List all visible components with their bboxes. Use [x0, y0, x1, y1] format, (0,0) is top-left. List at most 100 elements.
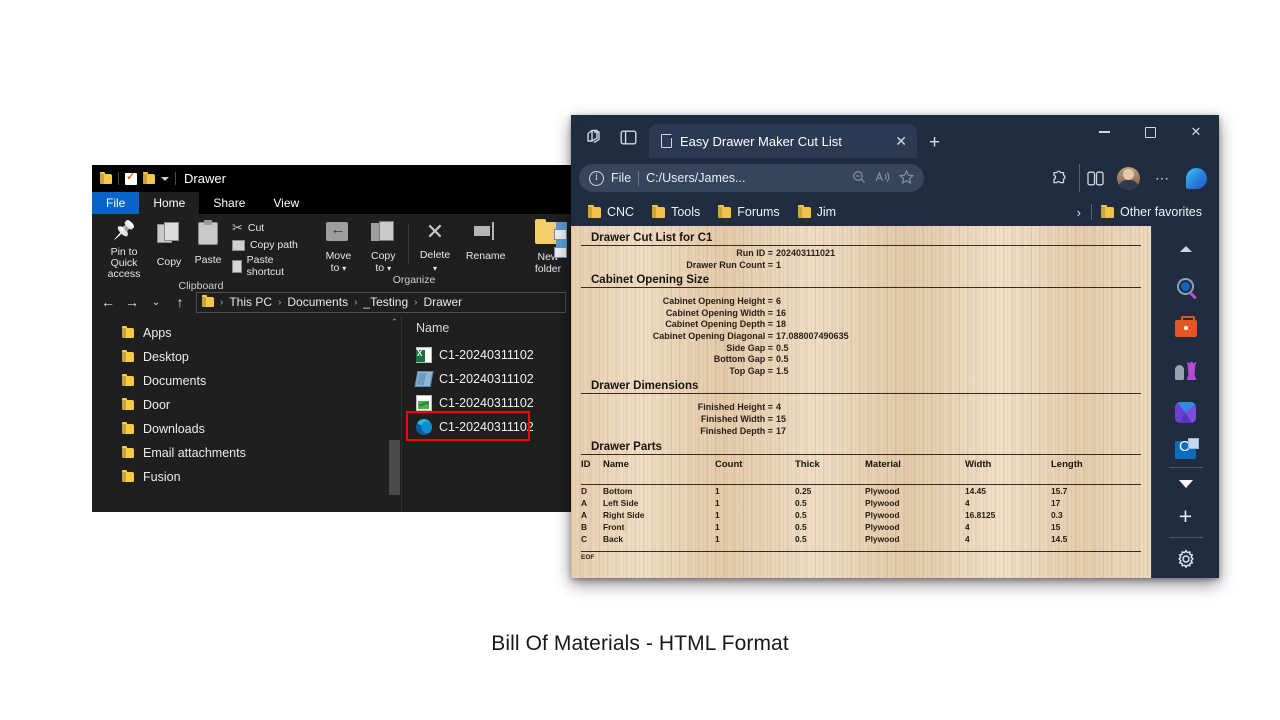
folder-icon — [122, 374, 134, 386]
nav-item-documents[interactable]: Documents — [92, 369, 401, 393]
nav-item-downloads[interactable]: Downloads — [92, 417, 401, 441]
nav-item-email-attachments[interactable]: Email attachments — [92, 441, 401, 465]
copy-to-label-line2: to ▾ — [375, 262, 392, 274]
close-button[interactable]: ✕ — [1173, 115, 1219, 149]
breadcrumb-item-this-pc[interactable]: This PC — [229, 295, 272, 309]
new-tab-button[interactable]: + — [917, 132, 952, 158]
scrollbar-thumb[interactable] — [389, 440, 400, 495]
file-row-selected[interactable]: C1-20240311102 — [402, 415, 572, 439]
avatar[interactable] — [1113, 164, 1143, 192]
scroll-up-icon[interactable]: ⌃ — [388, 315, 401, 329]
more-options-icon[interactable]: ⋯ — [1147, 164, 1177, 192]
bookmark-forums[interactable]: Forums — [709, 204, 788, 219]
read-aloud-icon[interactable] — [875, 170, 890, 187]
bookmark-cnc[interactable]: CNC — [579, 204, 643, 219]
field-finished-height: Finished Height = 4 — [697, 402, 782, 413]
cell-length: 15 — [1051, 522, 1061, 533]
folder-icon — [122, 422, 134, 434]
search-icon[interactable] — [1166, 265, 1206, 307]
cell-count: 1 — [715, 534, 720, 545]
paste-shortcut-button[interactable]: Paste shortcut — [231, 254, 304, 278]
new-folder-icon[interactable] — [143, 171, 155, 184]
delete-button[interactable]: ✕ Delete ▾ — [411, 218, 460, 274]
bookmark-other-favorites[interactable]: Other favorites — [1092, 204, 1211, 219]
copilot-icon[interactable] — [1181, 164, 1211, 192]
cut-button[interactable]: Cut — [232, 220, 304, 236]
nav-item-desktop[interactable]: Desktop — [92, 345, 401, 369]
copy-path-button[interactable]: Copy path — [231, 239, 304, 251]
file-row[interactable]: C1-20240311102 — [402, 391, 572, 415]
copy-button[interactable]: Copy — [150, 218, 188, 280]
bookmark-jim[interactable]: Jim — [789, 204, 845, 219]
file-row[interactable]: C1-20240311102 — [402, 343, 572, 367]
edge-browser-window: Easy Drawer Maker Cut List ✕ + ✕ File C:… — [571, 115, 1219, 578]
cell-id: A — [581, 510, 588, 521]
tab-share[interactable]: Share — [199, 192, 259, 214]
split-screen-icon[interactable] — [1079, 164, 1109, 192]
pin-to-quick-access-button[interactable]: Pin to Quick access — [98, 218, 150, 280]
info-icon[interactable] — [589, 170, 604, 186]
close-icon[interactable]: ✕ — [887, 133, 907, 150]
new-item-icon[interactable] — [554, 222, 568, 240]
favorite-star-icon[interactable] — [898, 168, 915, 187]
nav-item-door[interactable]: Door — [92, 393, 401, 417]
rename-label: Rename — [465, 250, 506, 262]
rename-button[interactable]: Rename — [459, 218, 512, 274]
folder-icon — [652, 204, 666, 218]
breadcrumb-item-testing[interactable]: _Testing — [363, 295, 408, 309]
file-row[interactable]: C1-20240311102 — [402, 367, 572, 391]
delete-dropdown-icon[interactable]: ▾ — [433, 263, 437, 274]
nav-item-label: Downloads — [143, 422, 205, 436]
cell-material: Plywood — [865, 510, 900, 521]
paste-button[interactable]: Paste — [188, 218, 228, 280]
chevron-right-icon[interactable]: › — [1067, 205, 1091, 220]
paste-shortcut-icon — [231, 259, 242, 273]
breadcrumb-item-documents[interactable]: Documents — [287, 295, 348, 309]
easy-access-icon[interactable] — [554, 240, 568, 258]
cell-width: 4 — [965, 534, 970, 545]
back-button[interactable]: ← — [96, 294, 120, 310]
address-bar[interactable]: › This PC › Documents › _Testing › Drawe… — [196, 291, 566, 313]
bookmark-tools[interactable]: Tools — [643, 204, 709, 219]
tab-home[interactable]: Home — [139, 192, 200, 214]
zoom-out-icon[interactable] — [852, 170, 866, 187]
add-app-icon[interactable]: + — [1166, 498, 1206, 535]
properties-icon[interactable] — [125, 170, 137, 185]
move-to-button[interactable]: Move to ▾ — [316, 218, 361, 274]
collapse-up-icon[interactable] — [1166, 232, 1206, 265]
tab-actions-icon[interactable] — [611, 120, 645, 154]
recent-locations-button[interactable]: ⌄ — [144, 297, 168, 308]
ribbon-group-organize: Move to ▾ Copy to ▾ ✕ Delete ▾ Rename — [310, 214, 518, 289]
paste-label: Paste — [194, 254, 222, 266]
extensions-icon[interactable] — [1045, 164, 1075, 192]
breadcrumb-item-drawer[interactable]: Drawer — [423, 295, 462, 309]
games-icon[interactable] — [1166, 350, 1206, 392]
column-header-name[interactable]: Name — [402, 319, 572, 343]
scissors-icon — [232, 220, 243, 236]
tab-view[interactable]: View — [259, 192, 313, 214]
breadcrumb-separator: › — [278, 296, 282, 308]
shopping-icon[interactable] — [1166, 307, 1206, 349]
outlook-icon[interactable] — [1166, 434, 1206, 465]
address-bar[interactable]: File C:/Users/James... — [579, 164, 924, 192]
copy-to-button[interactable]: Copy to ▾ — [361, 218, 406, 274]
cell-count: 1 — [715, 486, 720, 497]
paste-icon — [198, 220, 219, 245]
nav-pane-scrollbar[interactable]: ⌃ — [388, 315, 401, 512]
pin-label-line1: Pin to Quick — [110, 246, 138, 269]
minimize-button[interactable] — [1081, 115, 1127, 149]
tab-file[interactable]: File — [92, 192, 140, 214]
sidebar-settings-icon[interactable] — [1166, 539, 1206, 578]
field-cabinet-opening-diagonal: Cabinet Opening Diagonal = 17.08800749063… — [652, 330, 849, 341]
maximize-button[interactable] — [1127, 115, 1173, 149]
cell-count: 1 — [715, 522, 720, 533]
office-icon[interactable] — [1166, 392, 1206, 434]
browser-tab[interactable]: Easy Drawer Maker Cut List ✕ — [649, 124, 917, 158]
forward-button[interactable]: → — [120, 294, 144, 310]
expand-down-icon[interactable] — [1166, 470, 1206, 498]
url-text[interactable]: C:/Users/James... — [646, 171, 745, 185]
chevron-down-icon[interactable] — [161, 176, 169, 181]
nav-item-apps[interactable]: Apps — [92, 321, 401, 345]
nav-item-fusion[interactable]: Fusion — [92, 465, 401, 489]
up-button[interactable]: ↑ — [168, 294, 192, 310]
